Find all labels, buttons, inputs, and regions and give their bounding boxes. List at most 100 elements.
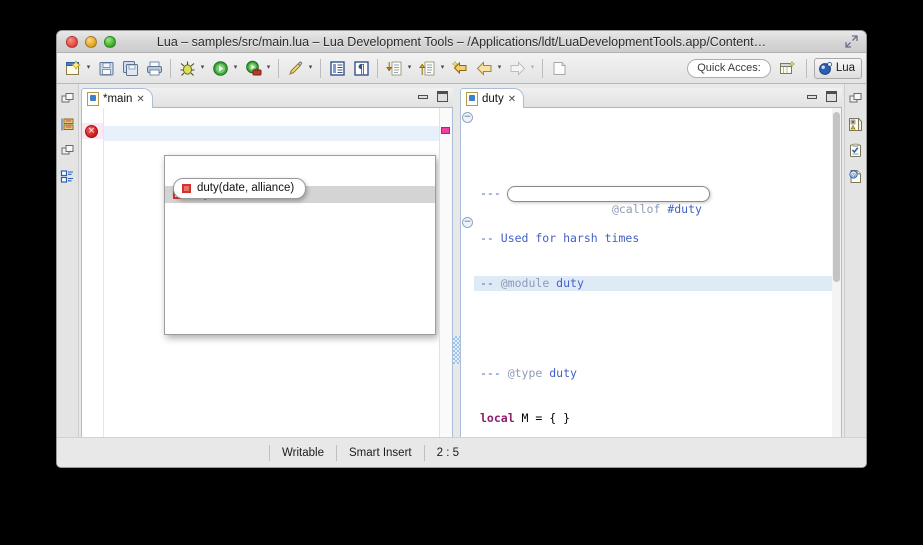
- chevron-down-icon[interactable]: ▾: [198, 57, 207, 79]
- editor-text-duty[interactable]: --- -- Used for harsh times -- @module d…: [474, 108, 832, 467]
- show-whitespace-icon[interactable]: ¶: [350, 57, 372, 79]
- error-marker-icon[interactable]: ×: [85, 125, 98, 138]
- status-writable: Writable: [282, 446, 324, 459]
- debug-icon[interactable]: [176, 57, 198, 79]
- new-wizard-item[interactable]: ▾: [61, 57, 94, 79]
- restore-icon[interactable]: [59, 90, 76, 107]
- save-all-icon[interactable]: [119, 57, 141, 79]
- restore-icon[interactable]: [847, 90, 864, 107]
- error-overview-mark[interactable]: [441, 127, 450, 134]
- save-all-item[interactable]: [118, 57, 142, 79]
- editor-pane-duty: duty ✕ − − --- -- Used for harsh times -…: [460, 88, 842, 467]
- previous-annotation-item[interactable]: ▾: [415, 57, 448, 79]
- outline-view-icon[interactable]: [59, 168, 76, 185]
- tab-duty[interactable]: duty ✕: [460, 88, 525, 109]
- code-line: -- @module duty: [480, 276, 584, 290]
- window-title: Lua – samples/src/main.lua – Lua Develop…: [156, 34, 767, 49]
- save-item[interactable]: [94, 57, 118, 79]
- editor-vertical-scrollbar[interactable]: [832, 108, 841, 467]
- sash-handle[interactable]: [460, 351, 461, 373]
- svg-text:@: @: [851, 173, 857, 179]
- status-cursor-position: 2 : 5: [436, 446, 459, 459]
- run-icon[interactable]: [209, 57, 231, 79]
- close-icon[interactable]: ✕: [508, 94, 516, 105]
- print-icon[interactable]: [143, 57, 165, 79]
- maximize-icon[interactable]: [437, 91, 448, 102]
- block-selection-item[interactable]: [325, 57, 349, 79]
- fullscreen-expand-icon[interactable]: [845, 35, 858, 48]
- editor-pane-main: *main ✕ × duty(date, alliance): [81, 88, 453, 467]
- sash-handle[interactable]: [453, 336, 460, 364]
- external-tools-icon[interactable]: [242, 57, 264, 79]
- new-untitled-text-file-item[interactable]: [547, 57, 571, 79]
- tab-label: *main: [103, 93, 133, 105]
- callof-target: #duty: [660, 202, 702, 216]
- quick-access-field[interactable]: Quick Acces:: [687, 58, 771, 78]
- debug-item[interactable]: ▾: [175, 57, 208, 79]
- problems-view-icon[interactable]: [847, 116, 864, 133]
- toolbar-separator: [542, 58, 543, 78]
- restore-icon[interactable]: [59, 142, 76, 159]
- minimize-icon[interactable]: [807, 94, 817, 99]
- perspective-label: Lua: [835, 62, 855, 74]
- scrollbar-thumb[interactable]: [833, 112, 840, 282]
- toolbar-separator: [320, 58, 321, 78]
- editor-gutter-left[interactable]: ×: [82, 108, 104, 467]
- editor-frame-main[interactable]: × local duty = require 'duty' duty: [81, 108, 453, 467]
- last-edit-location-icon[interactable]: [449, 57, 471, 79]
- show-whitespace-item[interactable]: ¶: [349, 57, 373, 79]
- window-titlebar: Lua – samples/src/main.lua – Lua Develop…: [57, 31, 866, 53]
- svg-text:¶: ¶: [357, 62, 365, 76]
- forward-icon[interactable]: [506, 57, 528, 79]
- tasks-view-icon[interactable]: [847, 142, 864, 159]
- fold-collapse-icon[interactable]: −: [462, 112, 473, 123]
- open-perspective-icon[interactable]: [777, 57, 799, 79]
- print-item[interactable]: [142, 57, 166, 79]
- proposal-tooltip-label: duty(date, alliance): [197, 182, 295, 194]
- minimize-icon[interactable]: [418, 94, 428, 99]
- close-icon[interactable]: ✕: [136, 94, 144, 105]
- callof-tag: @callof: [611, 202, 661, 216]
- fold-collapse-icon[interactable]: −: [462, 217, 473, 228]
- save-icon[interactable]: [95, 57, 117, 79]
- pen-marker-item[interactable]: ▾: [283, 57, 316, 79]
- next-annotation-icon[interactable]: [383, 57, 405, 79]
- tab-main[interactable]: *main ✕: [81, 88, 153, 109]
- new-wizard-icon[interactable]: [62, 57, 84, 79]
- editor-text-main[interactable]: local duty = require 'duty' duty duty: [104, 108, 439, 467]
- previous-annotation-icon[interactable]: [416, 57, 438, 79]
- back-icon[interactable]: [473, 57, 495, 79]
- chevron-down-icon[interactable]: ▾: [405, 57, 414, 79]
- chevron-down-icon[interactable]: ▾: [264, 57, 273, 79]
- maximize-icon[interactable]: [826, 91, 837, 102]
- chevron-down-icon[interactable]: ▾: [438, 57, 447, 79]
- back-item[interactable]: ▾: [472, 57, 505, 79]
- content-assist-popup[interactable]: duty duty(date, alliance): [164, 155, 436, 335]
- overview-ruler-left[interactable]: [439, 108, 452, 467]
- pen-marker-icon[interactable]: [284, 57, 306, 79]
- last-edit-location-item[interactable]: [448, 57, 472, 79]
- block-selection-icon[interactable]: [326, 57, 348, 79]
- toolbar-group-view: ¶: [325, 57, 373, 79]
- editor-frame-duty[interactable]: − − --- -- Used for harsh times -- @modu…: [460, 108, 842, 467]
- folding-column[interactable]: − −: [460, 108, 474, 467]
- chevron-down-icon[interactable]: ▾: [84, 57, 93, 79]
- caret-line-highlight: [104, 126, 439, 141]
- new-untitled-text-file-icon[interactable]: [548, 57, 570, 79]
- chevron-down-icon[interactable]: ▾: [306, 57, 315, 79]
- chevron-down-icon[interactable]: ▾: [231, 57, 240, 79]
- perspective-button-lua[interactable]: Lua: [813, 57, 862, 79]
- run-item[interactable]: ▾: [208, 57, 241, 79]
- next-annotation-item[interactable]: ▾: [382, 57, 415, 79]
- external-tools-item[interactable]: ▾: [241, 57, 274, 79]
- editor-tabfolder-right: duty ✕: [460, 88, 842, 109]
- editor-sash[interactable]: [453, 88, 460, 467]
- application-window: Lua – samples/src/main.lua – Lua Develop…: [56, 30, 867, 468]
- forward-item[interactable]: ▾: [505, 57, 538, 79]
- toolbar-group-misc: [547, 57, 571, 79]
- toolbar-separator: [170, 58, 171, 78]
- documentation-view-icon[interactable]: @: [847, 168, 864, 185]
- project-explorer-icon[interactable]: [59, 116, 76, 133]
- chevron-down-icon[interactable]: ▾: [495, 57, 504, 79]
